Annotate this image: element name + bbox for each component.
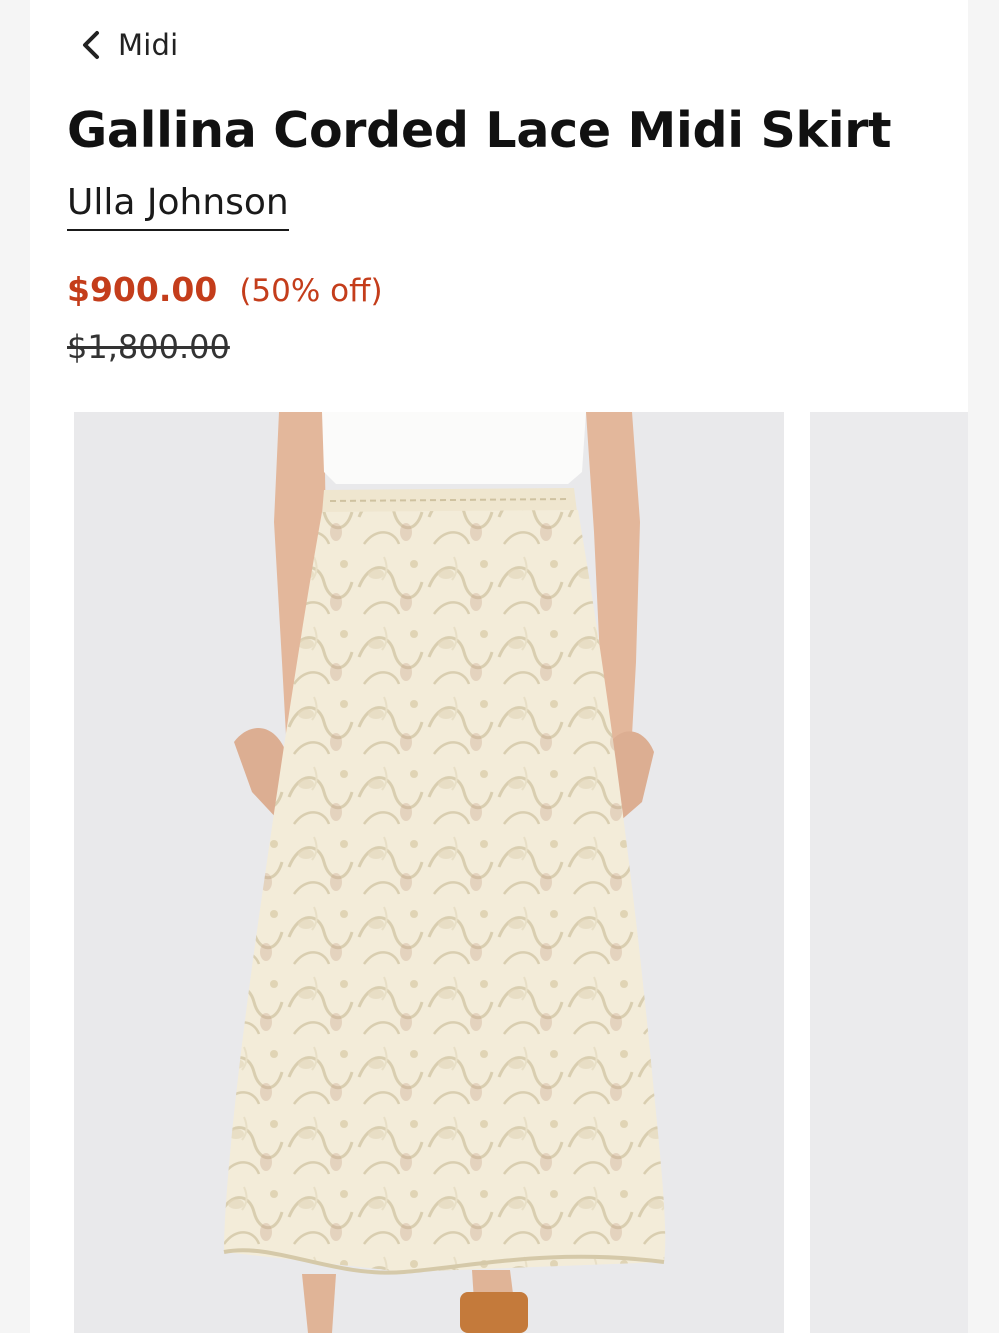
chevron-left-icon [80, 28, 102, 62]
discount-badge: (50% off) [239, 273, 383, 309]
price-row: $900.00 (50% off) [67, 270, 383, 309]
product-image-gallery[interactable] [74, 412, 968, 1333]
product-title: Gallina Corded Lace Midi Skirt [67, 102, 892, 159]
back-to-midi-link[interactable]: Midi [80, 28, 178, 62]
original-price: $1,800.00 [67, 328, 230, 366]
sale-price: $900.00 [67, 270, 218, 309]
next-photo-preview [810, 412, 968, 1333]
back-link-label: Midi [118, 28, 179, 62]
product-image-next[interactable] [810, 412, 968, 1333]
product-page: Midi Gallina Corded Lace Midi Skirt Ulla… [30, 0, 968, 1333]
brand-link[interactable]: Ulla Johnson [67, 182, 289, 231]
skirt-photo [74, 412, 784, 1333]
product-image-main[interactable] [74, 412, 784, 1333]
